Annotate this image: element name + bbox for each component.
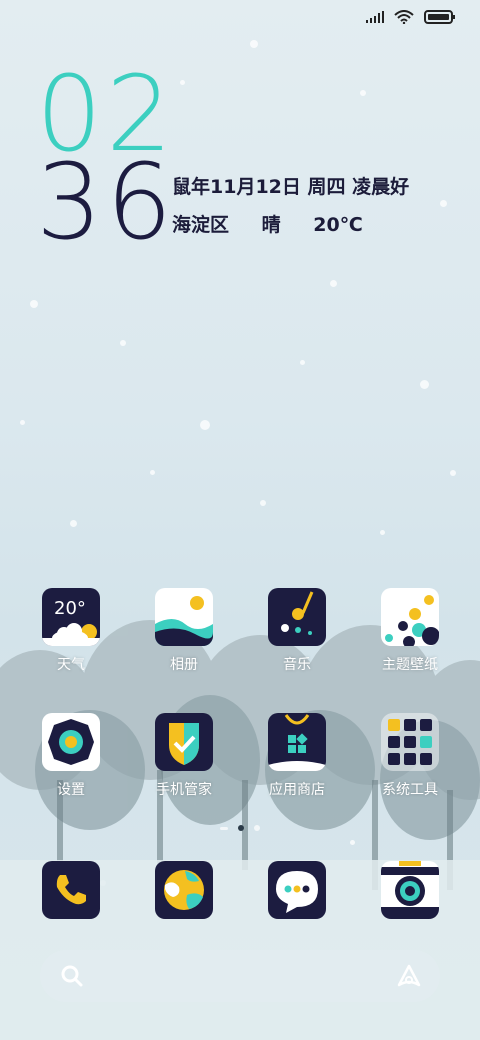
folder-icon bbox=[381, 713, 439, 771]
search-bar[interactable] bbox=[40, 950, 440, 1002]
app-themes[interactable]: 主题壁纸 bbox=[364, 588, 456, 674]
messages-icon bbox=[268, 861, 326, 919]
status-bar bbox=[366, 10, 456, 24]
weather-icon: 20° bbox=[42, 588, 100, 646]
clock-minute[interactable]: 36 bbox=[36, 150, 176, 254]
app-label: 天气 bbox=[57, 657, 85, 673]
app-weather[interactable]: 20° 天气 bbox=[25, 588, 117, 674]
app-phone-manager[interactable]: 手机管家 bbox=[138, 713, 230, 799]
page-dot[interactable] bbox=[220, 826, 228, 830]
gallery-icon bbox=[155, 588, 213, 646]
app-music[interactable]: 音乐 bbox=[251, 588, 343, 674]
assistant-icon[interactable] bbox=[396, 963, 422, 989]
app-label: 手机管家 bbox=[156, 782, 212, 798]
store-icon bbox=[268, 713, 326, 771]
dock-browser[interactable] bbox=[138, 861, 230, 919]
dock-messages[interactable] bbox=[251, 861, 343, 919]
dock-camera[interactable] bbox=[364, 861, 456, 919]
camera-icon bbox=[381, 861, 439, 919]
app-label: 音乐 bbox=[283, 657, 311, 673]
app-label: 主题壁纸 bbox=[382, 657, 438, 673]
app-label: 应用商店 bbox=[269, 782, 325, 798]
page-dot-active[interactable] bbox=[238, 825, 244, 831]
weather-condition: 晴 bbox=[261, 214, 281, 236]
folder-system-tools[interactable]: 系统工具 bbox=[364, 713, 456, 799]
app-settings[interactable]: 设置 bbox=[25, 713, 117, 799]
wifi-icon bbox=[394, 10, 414, 24]
phone-icon bbox=[42, 861, 100, 919]
signal-icon bbox=[366, 11, 384, 23]
browser-icon bbox=[155, 861, 213, 919]
page-indicator[interactable] bbox=[0, 825, 480, 831]
date-text: 鼠年11月12日 周四 凌晨好 bbox=[172, 176, 410, 198]
search-icon[interactable] bbox=[60, 964, 84, 988]
settings-icon bbox=[42, 713, 100, 771]
themes-icon bbox=[381, 588, 439, 646]
battery-icon bbox=[424, 10, 455, 24]
app-store[interactable]: 应用商店 bbox=[251, 713, 343, 799]
app-label: 相册 bbox=[170, 657, 198, 673]
app-label: 系统工具 bbox=[382, 782, 438, 798]
app-label: 设置 bbox=[57, 782, 85, 798]
shield-icon bbox=[155, 713, 213, 771]
page-dot[interactable] bbox=[254, 825, 260, 831]
weather-summary[interactable]: 海淀区 晴 20℃ bbox=[172, 210, 389, 237]
location-text: 海淀区 bbox=[172, 214, 230, 236]
dock-phone[interactable] bbox=[25, 861, 117, 919]
music-icon bbox=[268, 588, 326, 646]
temperature-text: 20℃ bbox=[313, 214, 363, 236]
app-gallery[interactable]: 相册 bbox=[138, 588, 230, 674]
